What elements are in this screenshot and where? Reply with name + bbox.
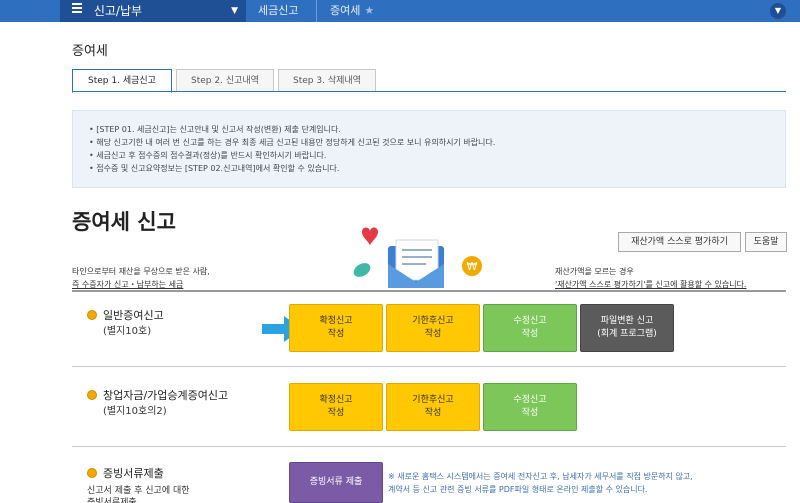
bullet-icon xyxy=(87,310,97,320)
breadcrumb-divider xyxy=(316,0,317,22)
self-evaluate-button[interactable]: 재산가액 스스로 평가하기 xyxy=(618,232,741,252)
startup-late-return-button[interactable]: 기한후신고 작성 xyxy=(386,383,480,431)
gift-tax-illustration: ₩ xyxy=(353,227,482,288)
info-item: 접수증 및 신고요약정보는 [STEP 02.신고내역]에서 확인할 수 있습니… xyxy=(89,162,785,175)
info-box: [STEP 01. 세금신고]는 신고안내 및 신고서 작성(변환) 제출 단계… xyxy=(72,110,786,188)
tab-step2[interactable]: Step 2. 신고내역 xyxy=(176,69,274,92)
file-conversion-return-button[interactable]: 파일변환 신고 (회계 프로그램) xyxy=(580,304,674,352)
tabs-underline xyxy=(72,91,786,92)
button-label: 수정신고 xyxy=(513,395,547,405)
gift-tax-description: 타인으로부터 재산을 무상으로 받은 사람, 즉 수증자가 신고・납부하는 세금 xyxy=(72,265,210,291)
button-label: 수정신고 xyxy=(513,316,547,326)
button-label: 파일변환 신고 xyxy=(600,316,654,326)
desc-line: 타인으로부터 재산을 무상으로 받은 사람, xyxy=(72,267,210,276)
nav-menu-label: 신고/납부 xyxy=(93,4,143,18)
caret-down-icon: ▼ xyxy=(231,6,238,16)
button-label: 작성 xyxy=(327,408,345,418)
button-label: 작성 xyxy=(424,408,442,418)
button-label: 기한후신고 xyxy=(412,395,454,405)
section-title-general: 일반증여신고 xyxy=(103,309,164,322)
section-title-evidence: 증빙서류제출 xyxy=(103,467,164,480)
general-final-return-button[interactable]: 확정신고 작성 xyxy=(289,304,383,352)
section-subtitle: (별지10호) xyxy=(103,326,152,337)
note-line: ※ 새로운 홈택스 시스템에서는 증여세 전자신고 후, 납세자가 세무서를 직… xyxy=(388,472,693,481)
general-late-return-button[interactable]: 기한후신고 작성 xyxy=(386,304,480,352)
main-title: 증여세 신고 xyxy=(72,210,176,234)
button-label: 작성 xyxy=(327,329,345,339)
chevron-down-icon[interactable]: ▼ xyxy=(770,3,786,19)
section-divider xyxy=(72,290,786,292)
hamburger-icon xyxy=(72,1,82,15)
section-title-startup: 창업자금/가업승계증여신고 xyxy=(103,389,229,402)
section-divider xyxy=(72,366,786,367)
page-title: 증여세 xyxy=(72,44,108,59)
submit-evidence-button[interactable]: 증빙서류 제출 xyxy=(289,462,383,503)
top-nav-bar: 신고/납부 ▼ 세금신고 증여세 ★ ▼ xyxy=(0,0,800,22)
button-label: 작성 xyxy=(424,329,442,339)
help-button[interactable]: 도움말 xyxy=(745,232,787,252)
evidence-note: ※ 새로운 홈택스 시스템에서는 증여세 전자신고 후, 납세자가 세무서를 직… xyxy=(388,470,693,496)
info-item: 해당 신고기한 내 여러 번 신고를 하는 경우 최종 세금 신고된 내용만 정… xyxy=(89,136,785,149)
breadcrumb-tax-filing[interactable]: 세금신고 xyxy=(258,0,298,22)
button-label: 기한후신고 xyxy=(412,316,454,326)
tab-step3[interactable]: Step 3. 삭제내역 xyxy=(278,69,376,92)
button-label: 증빙서류 제출 xyxy=(309,477,363,487)
startup-amended-return-button[interactable]: 수정신고 작성 xyxy=(483,383,577,431)
desc-line: 재산가액을 모르는 경우 xyxy=(555,267,634,276)
startup-final-return-button[interactable]: 확정신고 작성 xyxy=(289,383,383,431)
tab-step1[interactable]: Step 1. 세금신고 xyxy=(72,69,172,93)
section-divider xyxy=(72,446,786,447)
button-label: 작성 xyxy=(521,329,539,339)
favorite-star-icon[interactable]: ★ xyxy=(364,4,374,17)
info-item: [STEP 01. 세금신고]는 신고안내 및 신고서 작성(변환) 제출 단계… xyxy=(89,123,785,136)
bullet-icon xyxy=(87,390,97,400)
breadcrumb-current-label: 증여세 xyxy=(330,4,361,17)
note-line: 계약서 등 신고 관련 증빙 서류를 PDF파일 형태로 온라인 제출할 수 있… xyxy=(388,485,648,494)
info-item: 세금신고 후 접수증의 접수결과(정상)를 반드시 확인하시기 바랍니다. xyxy=(89,149,785,162)
button-label: 작성 xyxy=(521,408,539,418)
general-amended-return-button[interactable]: 수정신고 작성 xyxy=(483,304,577,352)
bullet-icon xyxy=(87,468,97,478)
button-label: (회계 프로그램) xyxy=(597,329,657,339)
self-eval-description: 재산가액을 모르는 경우 '재산가액 스스로 평가하기'를 신고에 활용할 수 … xyxy=(555,265,746,291)
nav-menu-button[interactable]: 신고/납부 ▼ xyxy=(60,0,246,22)
section-subtitle: 증빙서류제출 xyxy=(87,498,137,503)
button-label: 확정신고 xyxy=(319,316,353,326)
breadcrumb-current[interactable]: 증여세 ★ xyxy=(330,0,374,22)
button-label: 확정신고 xyxy=(319,395,353,405)
svg-text:₩: ₩ xyxy=(467,260,478,273)
section-subtitle: (별지10호의2) xyxy=(103,406,167,417)
